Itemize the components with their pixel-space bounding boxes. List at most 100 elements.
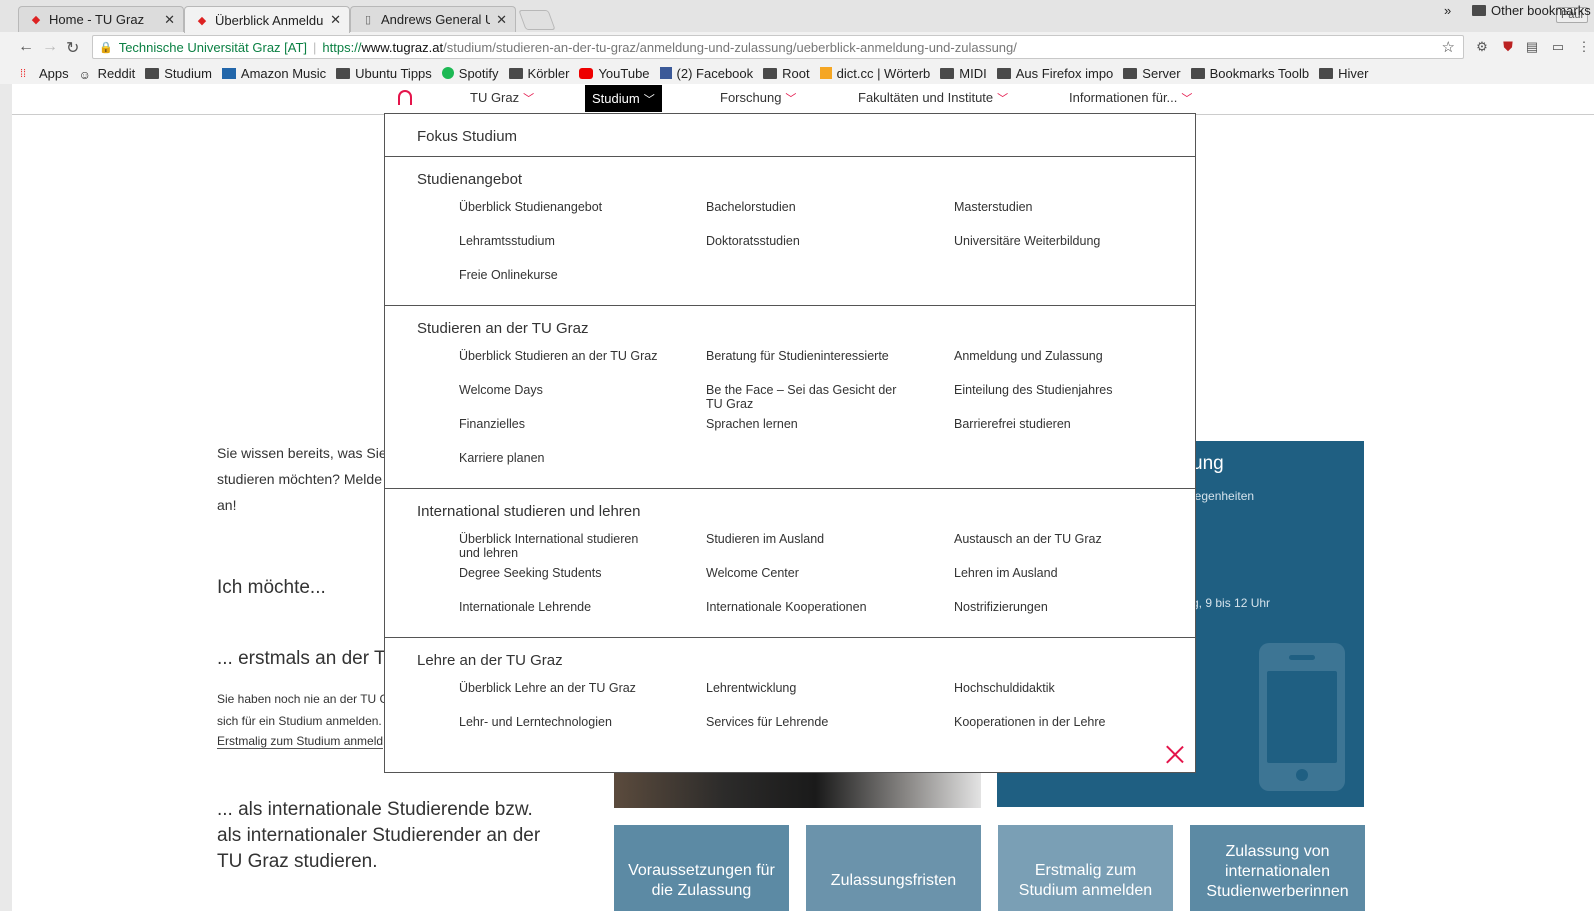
focus-studium-link[interactable]: Fokus Studium — [417, 128, 517, 145]
menu-link[interactable]: Lehramtsstudium — [459, 234, 659, 248]
nav-fakultaeten[interactable]: Fakultäten und Institute ﹀ — [858, 84, 1008, 111]
bookmarks-overflow-button[interactable]: » — [1444, 3, 1451, 18]
close-icon[interactable] — [1165, 744, 1185, 764]
menu-link[interactable]: Degree Seeking Students — [459, 566, 659, 580]
cast-icon[interactable]: ▭ — [1550, 39, 1566, 55]
bookmark-koerbler[interactable]: Körbler — [508, 66, 569, 81]
menu-link[interactable]: Welcome Days — [459, 383, 659, 397]
menu-link[interactable]: Nostrifizierungen — [954, 600, 1164, 614]
site-navigation: TU Graz ﹀ Studium ﹀ Forschung ﹀ Fakultäten … — [12, 84, 1594, 115]
extension-icon[interactable]: ▤ — [1524, 39, 1540, 55]
divider — [385, 637, 1195, 638]
panel-title: ung — [1192, 453, 1224, 474]
bookmark-apps[interactable]: ⁞⁞ Apps — [20, 66, 69, 81]
nav-tu-graz[interactable]: TU Graz ﹀ — [470, 84, 534, 111]
menu-link[interactable]: Universitäre Weiterbildung — [954, 234, 1164, 248]
menu-link[interactable]: Be the Face – Sei das Gesicht der TU Gra… — [706, 383, 906, 411]
menu-link[interactable]: Internationale Lehrende — [459, 600, 659, 614]
bookmark-root[interactable]: Root — [763, 66, 810, 81]
menu-link[interactable]: Hochschuldidaktik — [954, 681, 1164, 695]
facebook-icon — [659, 67, 672, 79]
tile-zulassungsfristen[interactable]: Zulassungsfristen — [806, 825, 981, 911]
menu-link[interactable]: Lehren im Ausland — [954, 566, 1164, 580]
menu-link[interactable]: Bachelorstudien — [706, 200, 916, 214]
menu-link[interactable]: Doktoratsstudien — [706, 234, 916, 248]
ublock-icon[interactable]: ⛊ — [1500, 39, 1516, 55]
bookmark-dict-cc[interactable]: dict.cc | Wörterb — [819, 66, 930, 81]
bookmark-reddit[interactable]: ☺ Reddit — [79, 66, 136, 82]
bookmark-youtube[interactable]: YouTube — [579, 66, 650, 81]
menu-link[interactable]: Internationale Kooperationen — [706, 600, 916, 614]
menu-link[interactable]: Einteilung des Studienjahres — [954, 383, 1164, 397]
tab-close-icon[interactable]: ✕ — [330, 12, 341, 28]
menu-link[interactable]: Sprachen lernen — [706, 417, 916, 431]
menu-link[interactable]: Studieren im Ausland — [706, 532, 916, 546]
bookmark-midi[interactable]: MIDI — [940, 66, 987, 81]
bookmark-ubuntu-tipps[interactable]: Ubuntu Tipps — [336, 66, 432, 81]
menu-link[interactable]: Finanzielles — [459, 417, 659, 431]
settings-gear-icon[interactable]: ⚙ — [1474, 39, 1490, 55]
tab-close-icon[interactable]: ✕ — [496, 12, 507, 28]
section-title-international: International studieren und lehren — [417, 503, 641, 520]
menu-link[interactable]: Kooperationen in der Lehre — [954, 715, 1164, 729]
section-title-studieren: Studieren an der TU Graz — [417, 320, 589, 337]
folder-icon — [763, 67, 778, 79]
tab-ueberblick-anmeldung[interactable]: ◆ Überblick Anmeldu ✕ — [184, 6, 350, 33]
phone-icon — [1259, 643, 1345, 791]
tile-erstmalig[interactable]: Erstmalig zum Studium anmelden — [998, 825, 1173, 911]
bookmark-server[interactable]: Server — [1123, 66, 1181, 81]
bookmark-hiver[interactable]: Hiver — [1319, 66, 1368, 81]
new-tab-button[interactable] — [518, 10, 556, 30]
amazon-music-icon — [221, 67, 236, 79]
first-time-link[interactable]: Erstmalig zum Studium anmeld — [217, 734, 384, 749]
address-separator: | — [313, 39, 317, 55]
bookmark-toolbar[interactable]: Bookmarks Toolb — [1190, 66, 1309, 81]
bookmark-studium[interactable]: Studium — [145, 66, 212, 81]
bookmark-facebook[interactable]: (2) Facebook — [659, 66, 753, 81]
menu-link[interactable]: Überblick Studienangebot — [459, 200, 659, 214]
menu-link[interactable]: Welcome Center — [706, 566, 916, 580]
menu-link[interactable]: Karriere planen — [459, 451, 659, 465]
menu-link[interactable]: Überblick Lehre an der TU Graz — [459, 681, 659, 695]
site-identity-label[interactable]: Technische Universität Graz [AT] — [119, 40, 307, 55]
forward-arrow-icon[interactable]: → — [42, 38, 58, 56]
bookmark-amazon-music[interactable]: Amazon Music — [221, 66, 326, 81]
first-time-heading: ... erstmals an der TU — [217, 648, 400, 669]
tab-close-icon[interactable]: ✕ — [164, 12, 175, 28]
nav-studium[interactable]: Studium ﹀ — [585, 85, 662, 112]
nav-informationen[interactable]: Informationen für... ﹀ — [1069, 84, 1192, 111]
tile-internationale[interactable]: Zulassung von internationalen Studienwerbe… — [1190, 825, 1365, 911]
menu-dots-icon[interactable]: ⋮ — [1576, 39, 1592, 55]
tab-strip: ◆ Home - TU Graz ✕ ◆ Überblick Anmeldu ✕… — [0, 0, 1594, 33]
back-arrow-icon[interactable]: ← — [18, 38, 34, 56]
menu-link[interactable]: Überblick International studieren und le… — [459, 532, 649, 560]
reload-icon[interactable]: ↻ — [66, 38, 79, 58]
browser-toolbar: ← → ↻ 🔒 Technische Universität Graz [AT]… — [0, 32, 1594, 62]
nav-forschung[interactable]: Forschung ﹀ — [720, 84, 796, 111]
tab-andrews-general[interactable]: ▯ Andrews General U ✕ — [350, 6, 516, 32]
other-bookmarks[interactable]: Other bookmarks — [1472, 3, 1591, 18]
url-path: /studium/studieren-an-der-tu-graz/anmeld… — [443, 39, 1017, 55]
menu-link[interactable]: Beratung für Studieninteressierte — [706, 349, 916, 363]
menu-link[interactable]: Lehrentwicklung — [706, 681, 916, 695]
section-title-lehre: Lehre an der TU Graz — [417, 652, 563, 669]
bookmark-aus-firefox[interactable]: Aus Firefox impo — [996, 66, 1113, 81]
menu-link[interactable]: Anmeldung und Zulassung — [954, 349, 1164, 363]
bookmark-star-icon[interactable]: ☆ — [1442, 38, 1455, 56]
tab-home-tu-graz[interactable]: ◆ Home - TU Graz ✕ — [18, 6, 184, 32]
menu-link[interactable]: Lehr- und Lerntechnologien — [459, 715, 659, 729]
menu-link[interactable]: Austausch an der TU Graz — [954, 532, 1164, 546]
menu-link[interactable]: Services für Lehrende — [706, 715, 916, 729]
web-page: TU Graz ﹀ Studium ﹀ Forschung ﹀ Fakultäten … — [12, 84, 1594, 911]
spotify-icon — [441, 67, 454, 79]
menu-link[interactable]: Überblick Studieren an der TU Graz — [459, 349, 659, 363]
tile-voraussetzungen[interactable]: Voraussetzungen für die Zulassung — [614, 825, 789, 911]
menu-link[interactable]: Masterstudien — [954, 200, 1164, 214]
bookmark-spotify[interactable]: Spotify — [441, 66, 499, 81]
browser-chrome: ◆ Home - TU Graz ✕ ◆ Überblick Anmeldu ✕… — [0, 0, 1594, 84]
menu-link[interactable]: Barrierefrei studieren — [954, 417, 1164, 431]
chevron-down-icon: ﹀ — [997, 92, 1009, 105]
home-icon[interactable] — [398, 90, 412, 105]
menu-link[interactable]: Freie Onlinekurse — [459, 268, 659, 282]
address-bar[interactable]: 🔒 Technische Universität Graz [AT] | htt… — [92, 35, 1464, 59]
